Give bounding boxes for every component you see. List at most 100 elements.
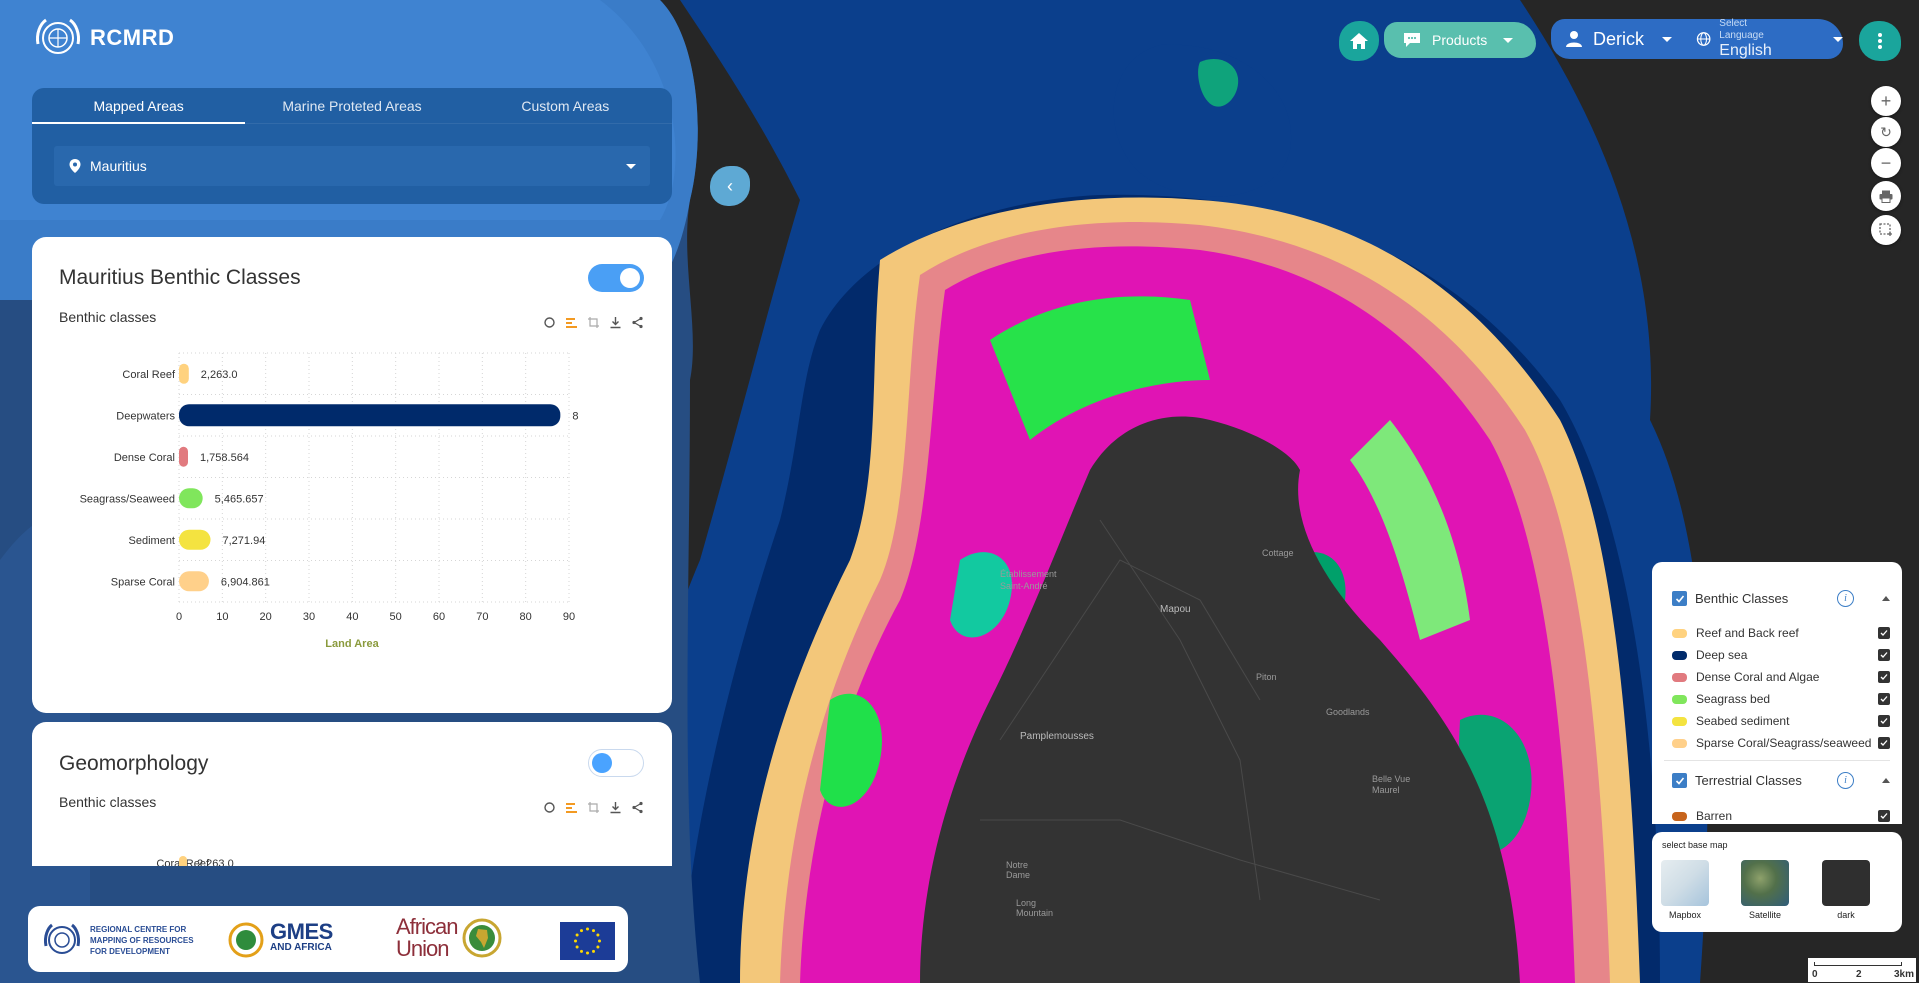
user-and-language-bar: Derick Select Language English <box>1551 18 1843 60</box>
info-icon[interactable]: i <box>1837 772 1854 789</box>
x-tick-label: 90 <box>563 611 575 623</box>
checkbox-checked-icon[interactable] <box>1878 627 1890 639</box>
products-menu[interactable]: Products <box>1384 22 1536 58</box>
print-button[interactable] <box>1871 181 1901 211</box>
legend-group-title: Terrestrial Classes <box>1695 773 1802 788</box>
reset-view-button[interactable]: ↻ <box>1871 117 1901 147</box>
checkbox-checked-icon[interactable] <box>1878 737 1890 749</box>
legend-item[interactable]: Sparse Coral/Seagrass/seaweed <box>1672 734 1890 752</box>
african-union-logo[interactable]: African Union <box>396 916 503 960</box>
home-button[interactable] <box>1339 21 1379 61</box>
bar-chart-icon[interactable] <box>562 798 581 817</box>
y-tick-label: Seagrass/Seaweed <box>80 493 175 505</box>
download-icon[interactable] <box>606 313 625 332</box>
bar <box>179 404 561 427</box>
user-menu[interactable]: Derick <box>1551 29 1673 50</box>
share-icon[interactable] <box>628 798 647 817</box>
legend-item[interactable]: Seabed sediment <box>1672 712 1890 730</box>
crop-icon[interactable] <box>584 798 603 817</box>
zoom-in-button[interactable]: + <box>1871 86 1901 116</box>
data-label: 2,263.0 <box>201 369 238 381</box>
legend-group-terrestrial[interactable]: Terrestrial Classes i <box>1672 772 1890 789</box>
collapse-sidebar-button[interactable]: ‹ <box>710 166 750 206</box>
brand-logo[interactable]: RCMRD <box>32 14 174 62</box>
chevron-down-icon <box>1503 37 1514 43</box>
download-icon[interactable] <box>606 798 625 817</box>
map-label: Piton <box>1256 672 1277 682</box>
basemap-selector: select base map Mapbox Satellite dark <box>1652 832 1902 932</box>
legend-item[interactable]: Deep sea <box>1672 646 1890 664</box>
y-tick-label: Deepwaters <box>116 410 175 422</box>
tab-custom-areas[interactable]: Custom Areas <box>459 88 672 123</box>
gmes-subtitle: AND AFRICA <box>270 942 332 953</box>
map-label: Long Mountain <box>1016 898 1054 918</box>
checkbox-checked-icon[interactable] <box>1878 693 1890 705</box>
bar <box>179 529 211 550</box>
geomorphology-layer-toggle[interactable] <box>588 749 644 777</box>
checkbox-checked-icon[interactable] <box>1878 671 1890 683</box>
bar <box>179 446 188 467</box>
share-icon[interactable] <box>628 313 647 332</box>
legend-item[interactable]: Seagrass bed <box>1672 690 1890 708</box>
legend-item[interactable]: Dense Coral and Algae <box>1672 668 1890 686</box>
legend-group-benthic[interactable]: Benthic Classes i <box>1672 590 1890 607</box>
checkbox-checked-icon[interactable] <box>1878 810 1890 822</box>
x-tick-label: 10 <box>216 611 228 623</box>
restore-icon[interactable] <box>540 313 559 332</box>
legend-item[interactable]: Barren <box>1672 807 1890 824</box>
basemap-option-satellite[interactable]: Satellite <box>1740 860 1790 920</box>
tab-mapped-areas[interactable]: Mapped Areas <box>32 88 246 124</box>
rcmrd-partner-logo[interactable]: REGIONAL CENTRE FOR MAPPING OF RESOURCES… <box>40 920 194 960</box>
checkbox-checked-icon[interactable] <box>1878 715 1890 727</box>
vertical-dots-icon <box>1878 33 1882 49</box>
au-text-line: African <box>396 914 458 939</box>
basemap-option-dark[interactable]: dark <box>1821 860 1871 920</box>
restore-icon[interactable] <box>540 798 559 817</box>
language-select[interactable]: Select Language English <box>1696 18 1843 60</box>
checkbox-checked-icon[interactable] <box>1672 591 1687 606</box>
legend-swatch <box>1672 650 1687 660</box>
chevron-left-icon: ‹ <box>727 175 733 196</box>
eu-flag-logo[interactable] <box>560 922 615 960</box>
x-tick-label: 20 <box>260 611 272 623</box>
more-options-button[interactable] <box>1859 21 1901 61</box>
refresh-icon: ↻ <box>1880 124 1892 140</box>
legend-swatch <box>1672 738 1687 748</box>
data-label: 2,263.0 <box>197 858 234 866</box>
benthic-layer-toggle[interactable] <box>588 264 644 292</box>
african-union-emblem-icon <box>462 918 502 958</box>
map-label: Belle Vue Maurel <box>1372 774 1411 795</box>
legend-item-label: Reef and Back reef <box>1696 626 1799 640</box>
bar <box>179 363 189 384</box>
crop-icon[interactable] <box>584 313 603 332</box>
info-icon[interactable]: i <box>1837 590 1854 607</box>
data-label: 1,758.564 <box>200 452 249 464</box>
select-area-icon <box>1879 223 1892 236</box>
bar-chart-icon[interactable] <box>562 313 581 332</box>
basemap-title: select base map <box>1662 840 1728 850</box>
globe-icon <box>228 922 264 958</box>
checkbox-checked-icon[interactable] <box>1672 773 1687 788</box>
legend-item[interactable]: Reef and Back reef <box>1672 624 1890 642</box>
data-label: 8 <box>572 410 578 422</box>
draw-extent-button[interactable] <box>1871 215 1901 245</box>
toggle-knob <box>620 268 640 288</box>
legend-group-title: Benthic Classes <box>1695 591 1789 606</box>
language-caption: Select Language <box>1719 18 1764 41</box>
tab-marine-protected-areas[interactable]: Marine Proteted Areas <box>245 88 458 123</box>
data-label: 6,904.861 <box>221 576 270 588</box>
scale-line <box>1814 962 1902 966</box>
map-scale-bar: 0 2 3km <box>1808 958 1916 982</box>
chevron-up-icon[interactable] <box>1882 596 1890 601</box>
checkbox-checked-icon[interactable] <box>1878 649 1890 661</box>
area-select[interactable]: Mauritius <box>54 146 650 186</box>
bar <box>179 571 209 592</box>
zoom-out-button[interactable]: − <box>1871 148 1901 178</box>
basemap-option-mapbox[interactable]: Mapbox <box>1660 860 1710 920</box>
chevron-up-icon[interactable] <box>1882 778 1890 783</box>
printer-icon <box>1879 190 1893 203</box>
legend-item-label: Sparse Coral/Seagrass/seaweed <box>1696 736 1872 750</box>
areas-panel: Mapped Areas Marine Proteted Areas Custo… <box>32 88 672 204</box>
legend-item-label: Barren <box>1696 809 1733 823</box>
gmes-africa-logo[interactable]: GMES AND AFRICA <box>226 920 333 960</box>
